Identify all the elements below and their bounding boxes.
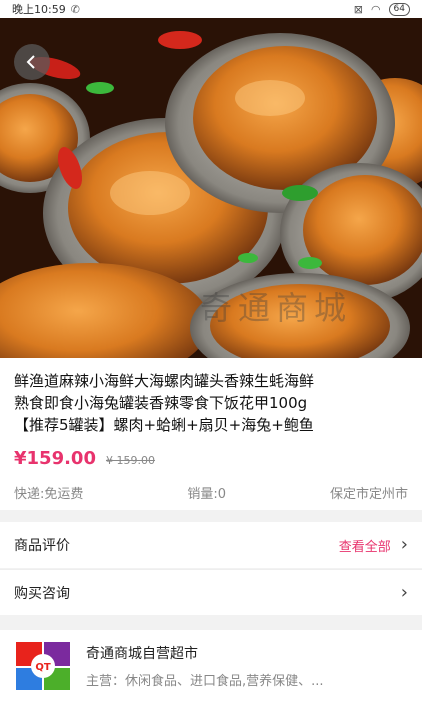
product-title-line3: 【推荐5罐装】螺肉+蛤蜊+扇贝+海兔+鲍鱼 — [14, 416, 314, 434]
chevron-right-icon: › — [400, 581, 408, 603]
view-all-link[interactable]: 查看全部 — [339, 536, 391, 555]
sales-count: 销量:0 — [187, 487, 227, 502]
product-title-line2: 熟食即食小海兔罐装香辣零食下饭花甲100g — [14, 394, 308, 412]
product-title-line1: 鲜渔道麻辣小海鲜大海螺肉罐头香辣生蚝海鲜 — [14, 372, 315, 390]
reviews-right: 查看全部 › — [339, 536, 408, 555]
store-name: 奇通商城自营超市 — [86, 646, 198, 663]
original-price: ¥ 159.00 — [105, 454, 155, 467]
meta-row: 快递:免运费 销量:0 保定市定州市 — [14, 483, 408, 502]
status-bar: 晚上10:59 ✆ ⊠ ◠ 64 — [0, 0, 422, 18]
shipping-info: 快递:免运费 — [14, 487, 84, 502]
store-logo: QT — [16, 642, 70, 690]
back-button[interactable] — [14, 44, 50, 80]
product-hero-image[interactable]: 奇通商城 — [0, 18, 422, 358]
product-info: 鲜渔道麻辣小海鲜大海螺肉罐头香辣生蚝海鲜 熟食即食小海兔罐装香辣零食下饭花甲10… — [0, 358, 422, 510]
watermark-text: 奇通商城 — [200, 289, 353, 327]
reviews-label: 商品评价 — [14, 538, 70, 554]
status-time: 晚上10:59 — [12, 3, 66, 16]
battery-icon: 64 — [388, 2, 410, 16]
store-text: 奇通商城自营超市 主营：休闲食品、进口食品,营养保健、... — [86, 640, 324, 692]
store-main-business: 主营：休闲食品、进口食品,营养保健、... — [86, 673, 324, 689]
status-left: 晚上10:59 ✆ — [12, 1, 80, 17]
wifi-icon: ◠ — [370, 2, 381, 16]
store-card[interactable]: QT 奇通商城自营超市 主营：休闲食品、进口食品,营养保健、... — [0, 630, 422, 702]
notification-icon: ✆ — [70, 2, 80, 16]
sim-icon: ⊠ — [353, 2, 363, 16]
back-arrow-icon — [26, 55, 35, 69]
price-row: ¥159.00 ¥ 159.00 — [14, 448, 408, 469]
consult-row[interactable]: 购买咨询 › — [0, 569, 422, 615]
consult-label: 购买咨询 — [14, 585, 70, 602]
status-right: ⊠ ◠ 64 — [353, 2, 410, 16]
reviews-row[interactable]: 商品评价 查看全部 › — [0, 522, 422, 568]
seller-location: 保定市定州市 — [329, 487, 408, 502]
chevron-right-icon: › — [400, 534, 408, 555]
product-title: 鲜渔道麻辣小海鲜大海螺肉罐头香辣生蚝海鲜 熟食即食小海兔罐装香辣零食下饭花甲10… — [14, 370, 408, 436]
store-logo-text: QT — [35, 662, 51, 673]
current-price: ¥159.00 — [14, 448, 96, 469]
